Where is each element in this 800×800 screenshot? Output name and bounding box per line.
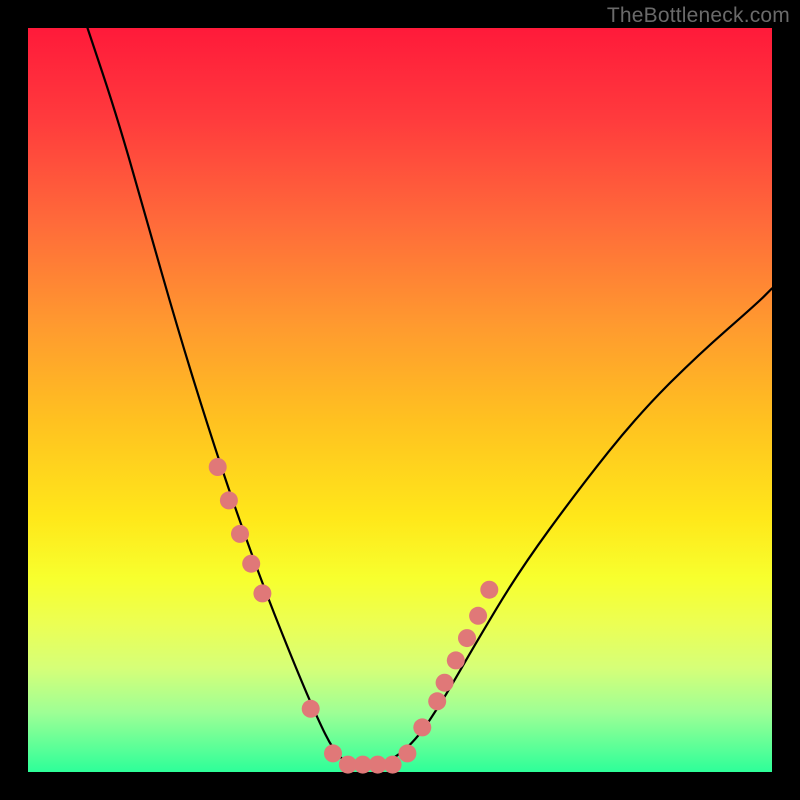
data-marker <box>242 555 260 573</box>
bottleneck-curve <box>88 28 773 765</box>
data-marker <box>384 756 402 774</box>
data-marker <box>428 692 446 710</box>
data-marker <box>324 744 342 762</box>
marker-group <box>209 458 499 774</box>
plot-area <box>28 28 772 772</box>
data-marker <box>220 491 238 509</box>
data-marker <box>447 651 465 669</box>
data-marker <box>398 744 416 762</box>
data-marker <box>469 607 487 625</box>
data-marker <box>302 700 320 718</box>
data-marker <box>231 525 249 543</box>
data-marker <box>436 674 454 692</box>
watermark-text: TheBottleneck.com <box>607 4 790 28</box>
data-marker <box>458 629 476 647</box>
chart-svg <box>28 28 772 772</box>
data-marker <box>209 458 227 476</box>
data-marker <box>253 584 271 602</box>
data-marker <box>480 581 498 599</box>
data-marker <box>413 718 431 736</box>
